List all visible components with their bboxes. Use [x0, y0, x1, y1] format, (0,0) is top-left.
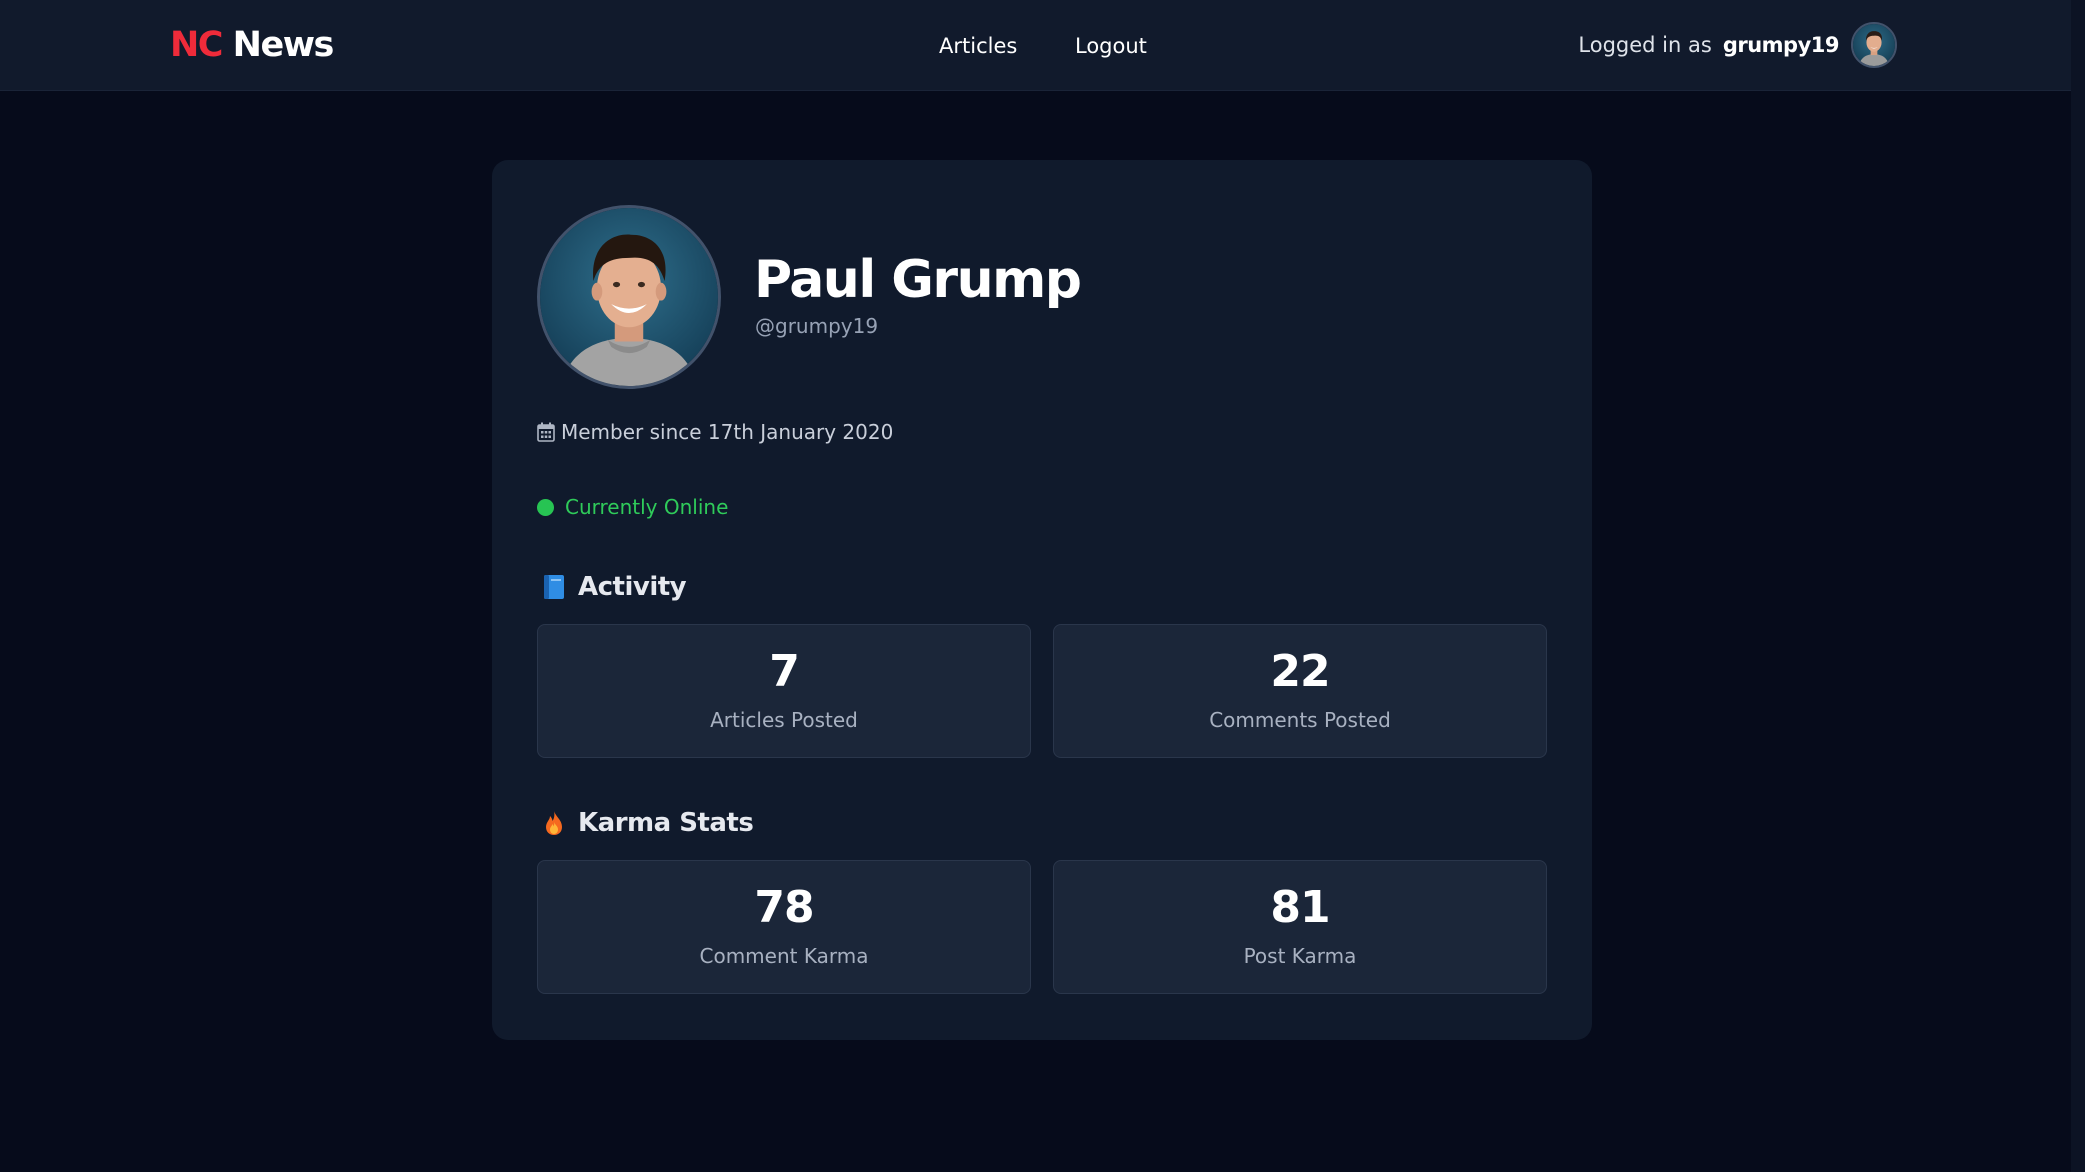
stat-post-karma: 81 Post Karma [1053, 860, 1547, 994]
logged-in-label: Logged in as [1578, 33, 1712, 57]
stat-value: 78 [754, 882, 814, 933]
member-since-text: Member since 17th January 2020 [561, 420, 894, 444]
karma-title: Karma Stats [578, 808, 754, 838]
activity-heading: Activity [542, 570, 687, 604]
nav-logout-link[interactable]: Logout [1075, 32, 1147, 60]
user-avatar-image [1853, 24, 1895, 66]
logo-accent: NC [170, 25, 223, 65]
stat-label: Comments Posted [1209, 708, 1391, 732]
logo-text: News [232, 25, 335, 65]
calendar-icon [537, 422, 555, 442]
top-navbar: NC News Articles Logout Logged in as gru… [0, 0, 2085, 91]
stat-value: 22 [1270, 646, 1330, 697]
window-scrollbar[interactable] [2071, 0, 2085, 1172]
stat-comments-posted: 22 Comments Posted [1053, 624, 1547, 758]
activity-title: Activity [578, 572, 687, 602]
profile-full-name: Paul Grump [754, 250, 1082, 310]
stat-value: 81 [1270, 882, 1330, 933]
header-username[interactable]: grumpy19 [1723, 33, 1840, 57]
profile-handle: @grumpy19 [755, 314, 879, 338]
fire-icon [546, 811, 562, 835]
stat-articles-posted: 7 Articles Posted [537, 624, 1031, 758]
stat-label: Post Karma [1243, 944, 1357, 968]
karma-heading: Karma Stats [542, 806, 754, 840]
stat-label: Comment Karma [699, 944, 869, 968]
online-status-text: Currently Online [565, 495, 729, 519]
member-since: Member since 17th January 2020 [537, 418, 893, 446]
profile-avatar-image [540, 208, 718, 386]
site-logo[interactable]: NC News [170, 22, 335, 68]
stat-comment-karma: 78 Comment Karma [537, 860, 1031, 994]
profile-card: Paul Grump @grumpy19 Member since 17th J… [492, 160, 1592, 1040]
stat-label: Articles Posted [710, 708, 858, 732]
nav-articles-link[interactable]: Articles [939, 32, 1017, 60]
online-dot-icon [537, 498, 554, 516]
header-avatar-icon[interactable] [1851, 22, 1897, 68]
stat-value: 7 [769, 646, 800, 697]
user-info: Logged in as grumpy19 [1578, 22, 1897, 68]
online-status: Currently Online [537, 493, 728, 521]
blue-book-icon [544, 575, 564, 599]
profile-avatar [537, 205, 721, 389]
